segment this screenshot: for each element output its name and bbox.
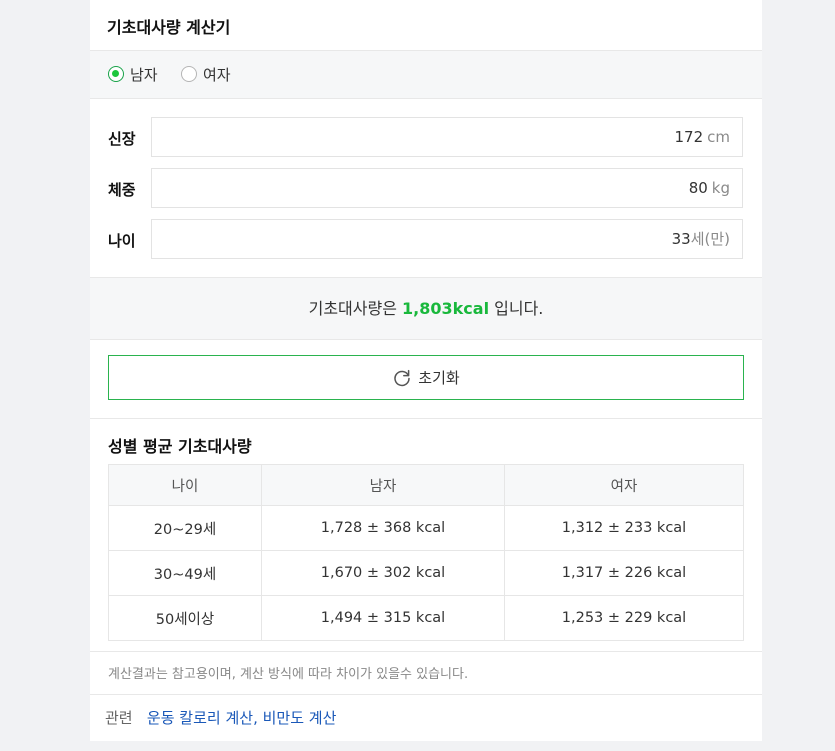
radio-male[interactable] [108, 66, 124, 82]
weight-value: 80 [688, 179, 708, 197]
bottom-strip [90, 741, 762, 751]
result-bar: 기초대사량은 1,803kcal 입니다. [90, 277, 762, 340]
weight-row: 체중 80 kg [90, 168, 762, 210]
disclaimer-note: 계산결과는 참고용이며, 계산 방식에 따라 차이가 있을수 있습니다. [108, 667, 469, 682]
reset-button[interactable]: 초기화 [108, 355, 744, 400]
gender-option-female[interactable]: 여자 [181, 64, 231, 84]
result-value: 1,803kcal [402, 299, 490, 318]
average-table: 나이 남자 여자 20~29세 1,728 ± 368 kcal 1,312 ±… [108, 464, 744, 641]
calculator-card: 기초대사량 계산기 남자 여자 신장 172 cm 체중 80 kg 나이 33세(… [90, 0, 762, 751]
table-header-row: 나이 남자 여자 [108, 464, 744, 506]
height-unit: cm [707, 128, 730, 146]
title-bar: 기초대사량 계산기 [90, 0, 762, 51]
refresh-icon [392, 368, 412, 388]
height-label: 신장 [108, 130, 136, 148]
result-suffix: 입니다. [494, 299, 544, 318]
cell-female: 1,317 ± 226 kcal [504, 550, 744, 596]
reset-label: 초기화 [418, 369, 460, 387]
height-input[interactable]: 172 cm [151, 117, 743, 157]
gender-label-male: 남자 [130, 65, 158, 84]
weight-unit: kg [711, 179, 730, 197]
cell-male: 1,728 ± 368 kcal [261, 505, 505, 551]
cell-male: 1,670 ± 302 kcal [261, 550, 505, 596]
age-value: 33 [671, 230, 691, 248]
gender-label-female: 여자 [203, 65, 231, 84]
table-row: 20~29세 1,728 ± 368 kcal 1,312 ± 233 kcal [108, 505, 744, 551]
header-age: 나이 [108, 464, 262, 506]
gender-selector: 남자 여자 [90, 51, 762, 99]
table-row: 50세이상 1,494 ± 315 kcal 1,253 ± 229 kcal [108, 595, 744, 641]
weight-label: 체중 [108, 181, 136, 199]
related-links: 관련 운동 칼로리 계산, 비만도 계산 [105, 707, 336, 728]
cell-age: 50세이상 [108, 595, 262, 641]
age-label: 나이 [108, 232, 136, 250]
link-exercise-calorie[interactable]: 운동 칼로리 계산 [147, 709, 253, 727]
cell-age: 30~49세 [108, 550, 262, 596]
radio-female[interactable] [181, 66, 197, 82]
page-title: 기초대사량 계산기 [107, 18, 231, 37]
link-separator: , [253, 709, 258, 727]
age-unit: 세(만) [690, 230, 730, 248]
gender-option-male[interactable]: 남자 [108, 64, 158, 84]
divider [90, 694, 762, 695]
weight-input[interactable]: 80 kg [151, 168, 743, 208]
section-title: 성별 평균 기초대사량 [108, 437, 252, 456]
age-row: 나이 33세(만) [90, 219, 762, 261]
header-female: 여자 [504, 464, 744, 506]
height-row: 신장 172 cm [90, 117, 762, 159]
divider [90, 418, 762, 419]
cell-male: 1,494 ± 315 kcal [261, 595, 505, 641]
related-label: 관련 [105, 709, 133, 727]
cell-female: 1,253 ± 229 kcal [504, 595, 744, 641]
link-obesity[interactable]: 비만도 계산 [263, 709, 337, 727]
table-row: 30~49세 1,670 ± 302 kcal 1,317 ± 226 kcal [108, 550, 744, 596]
cell-female: 1,312 ± 233 kcal [504, 505, 744, 551]
cell-age: 20~29세 [108, 505, 262, 551]
header-male: 남자 [261, 464, 505, 506]
height-value: 172 [674, 128, 704, 146]
age-input[interactable]: 33세(만) [151, 219, 743, 259]
divider [90, 651, 762, 652]
result-prefix: 기초대사량은 [308, 299, 397, 318]
